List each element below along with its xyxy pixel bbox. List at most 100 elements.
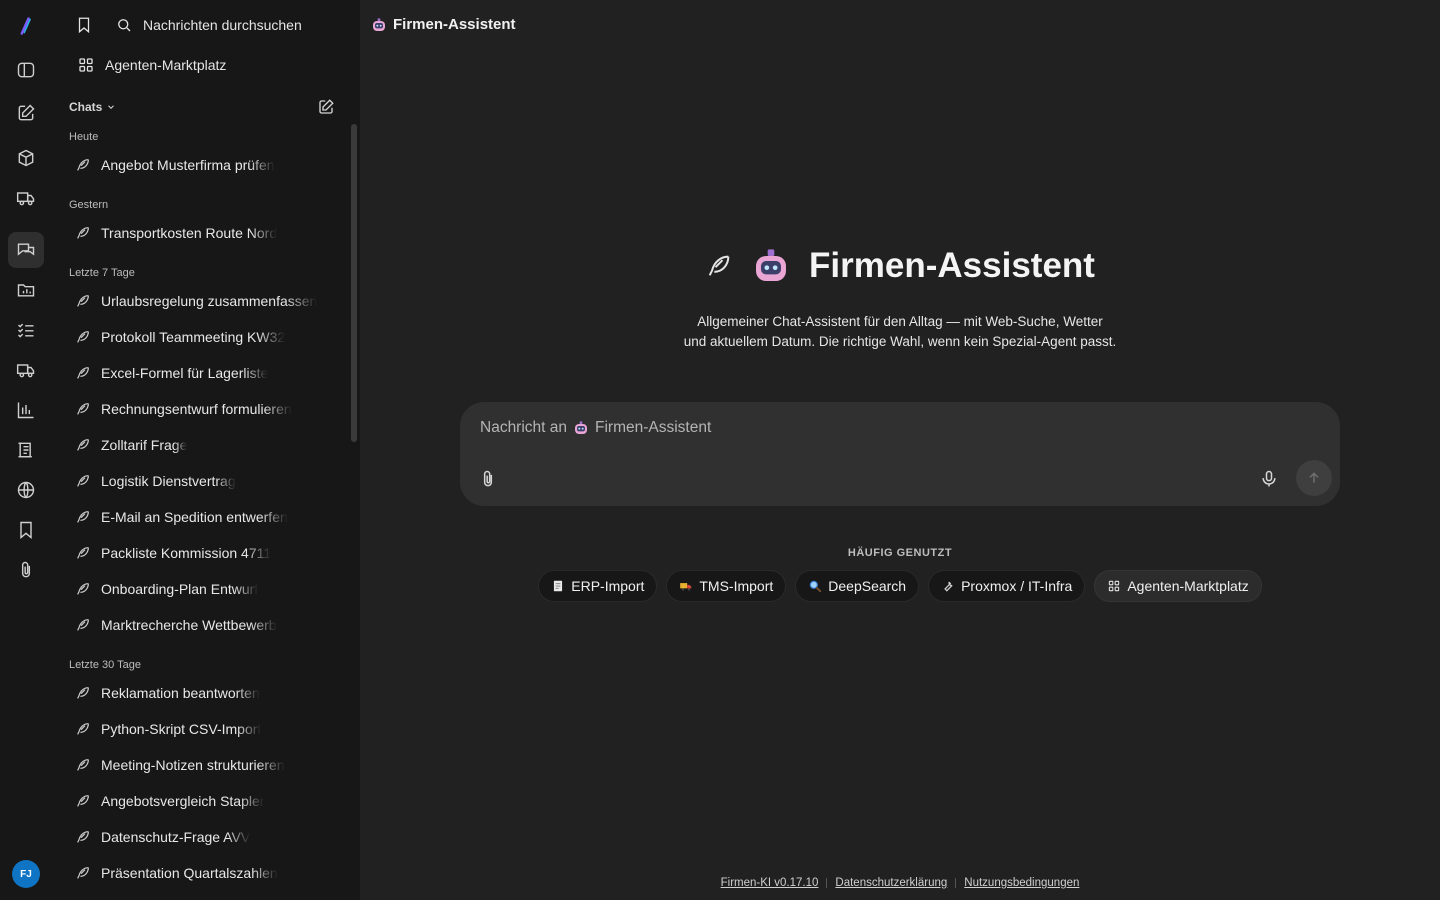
robot-icon: [756, 249, 787, 281]
privacy-link[interactable]: Datenschutzerklärung: [835, 877, 947, 889]
chat-item[interactable]: Protokoll Teammeeting KW32: [75, 325, 325, 349]
chat-item[interactable]: Urlaubsregelung zusammenfassen: [75, 289, 325, 313]
feather-icon: [77, 619, 89, 631]
magnifier-emoji-icon: [810, 580, 822, 593]
chat-item-label: Onboarding-Plan Entwurf: [101, 581, 259, 597]
paperclip-icon[interactable]: [8, 552, 44, 588]
chip-deepsearch[interactable]: DeepSearch: [795, 570, 920, 602]
delivery-icon[interactable]: [8, 352, 44, 388]
feather-icon: [77, 547, 89, 559]
footer-divider: [955, 878, 957, 888]
chat-item[interactable]: Zolltarif Frage: [75, 433, 325, 457]
header-title[interactable]: Firmen-Assistent: [371, 16, 516, 33]
feather-icon: [77, 795, 89, 807]
chat-item[interactable]: Datenschutz-Frage AVV: [75, 825, 325, 849]
footer: Firmen-KI v0.17.10 Datenschutzerklärung …: [360, 877, 1440, 889]
chat-item-label: Excel-Formel für Lagerliste: [101, 365, 269, 381]
chat-item-label: Logistik Dienstvertrag: [101, 473, 236, 489]
chat-item-label: Datenschutz-Frage AVV: [101, 829, 251, 845]
chevron-down-icon: [108, 105, 115, 109]
folder-icon[interactable]: [8, 272, 44, 308]
bookmark-icon[interactable]: [75, 16, 93, 34]
logo-icon[interactable]: [8, 8, 44, 44]
truck-icon[interactable]: [8, 180, 44, 216]
hero: Firmen-Assistent: [360, 246, 1440, 286]
feather-icon: [77, 759, 89, 771]
chip-tms-import[interactable]: TMS-Import: [666, 570, 787, 602]
avatar[interactable]: FJ: [12, 860, 40, 888]
robot-icon: [575, 421, 588, 434]
globe-icon[interactable]: [8, 472, 44, 508]
chat-item[interactable]: Präsentation Quartalszahlen: [75, 861, 325, 885]
scrollbar[interactable]: [351, 124, 357, 442]
icon-rail: FJ: [0, 0, 53, 900]
composer-prefix: Nachricht an: [480, 419, 568, 436]
chat-group-label: Gestern: [69, 199, 109, 211]
chat-item-label: Packliste Kommission 4711: [101, 545, 272, 561]
chat-item-label: E-Mail an Spedition entwerfen: [101, 509, 288, 525]
version-link[interactable]: Firmen-KI v0.17.10: [721, 877, 819, 889]
chat-item[interactable]: Excel-Formel für Lagerliste: [75, 361, 325, 385]
document-icon: [554, 580, 563, 592]
feather-icon: [77, 831, 89, 843]
chats-icon[interactable]: [8, 232, 44, 268]
chip-erp-import[interactable]: ERP-Import: [538, 570, 658, 602]
chat-item[interactable]: Angebotsvergleich Stapler: [75, 789, 325, 813]
chat-item[interactable]: Rechnungsentwurf formulieren: [75, 397, 325, 421]
chats-header[interactable]: Chats: [69, 100, 116, 114]
chat-item[interactable]: Angebot Musterfirma prüfen: [75, 153, 325, 177]
chat-group-label: Heute: [69, 131, 99, 143]
terms-link[interactable]: Nutzungsbedingungen: [964, 877, 1079, 889]
feather-icon: [708, 255, 730, 276]
tasks-icon[interactable]: [8, 312, 44, 348]
chat-item-label: Präsentation Quartalszahlen: [101, 865, 278, 881]
message-input[interactable]: Nachricht an Firmen-Assistent: [480, 419, 711, 437]
chat-item-label: Urlaubsregelung zusammenfassen: [101, 293, 318, 309]
search-button[interactable]: Nachrichten durchsuchen: [115, 16, 302, 34]
chat-item[interactable]: Python-Skript CSV-Import: [75, 717, 325, 741]
chat-item-label: Angebot Musterfirma prüfen: [101, 157, 275, 173]
chart-icon[interactable]: [8, 392, 44, 428]
feather-icon: [77, 583, 89, 595]
paperclip-icon[interactable]: [478, 468, 498, 490]
chat-item[interactable]: Marktrecherche Wettbewerb: [75, 613, 325, 637]
bookmark-icon[interactable]: [8, 512, 44, 548]
frequent-label: HÄUFIG GENUTZT: [847, 547, 953, 559]
chat-item-label: Protokoll Teammeeting KW32: [101, 329, 286, 345]
chip-proxmox[interactable]: Proxmox / IT-Infra: [928, 570, 1086, 602]
chat-item[interactable]: E-Mail an Spedition entwerfen: [75, 505, 325, 529]
microphone-icon[interactable]: [1259, 468, 1279, 490]
feather-icon: [77, 511, 89, 523]
sidebar-toggle-icon[interactable]: [8, 52, 44, 88]
packages-icon[interactable]: [8, 140, 44, 176]
chat-group-label: Letzte 30 Tage: [69, 659, 141, 671]
chat-item[interactable]: Meeting-Notizen strukturieren: [75, 753, 325, 777]
chat-item[interactable]: Onboarding-Plan Entwurf: [75, 577, 325, 601]
chat-item-label: Marktrecherche Wettbewerb: [101, 617, 277, 633]
feather-icon: [77, 227, 89, 239]
chat-item[interactable]: Transportkosten Route Nord: [75, 221, 325, 245]
truck-emoji-icon: [680, 583, 692, 591]
feather-icon: [77, 723, 89, 735]
feather-icon: [77, 159, 89, 171]
robot-icon: [373, 17, 385, 31]
send-button[interactable]: [1296, 460, 1332, 496]
grid-icon: [79, 58, 93, 72]
feather-icon: [77, 687, 89, 699]
new-chat-icon[interactable]: [317, 98, 335, 116]
marketplace-link[interactable]: Agenten-Marktplatz: [77, 56, 226, 74]
sidebar: Nachrichten durchsuchen Agenten-Marktpla…: [53, 0, 360, 900]
chat-item[interactable]: Packliste Kommission 4711: [75, 541, 325, 565]
chat-item[interactable]: Logistik Dienstvertrag: [75, 469, 325, 493]
chat-item-label: Meeting-Notizen strukturieren: [101, 757, 285, 773]
search-icon: [118, 19, 131, 32]
chip-agenten-marktplatz[interactable]: Agenten-Marktplatz: [1094, 570, 1262, 602]
chats-label: Chats: [69, 100, 103, 114]
message-composer[interactable]: Nachricht an Firmen-Assistent: [460, 402, 1340, 506]
notes-icon[interactable]: [8, 432, 44, 468]
chat-item[interactable]: Reklamation beantworten: [75, 681, 325, 705]
arrow-up-icon: [1309, 472, 1319, 483]
new-chat-icon[interactable]: [8, 95, 44, 131]
composer-agent: Firmen-Assistent: [595, 419, 712, 436]
footer-divider: [826, 878, 828, 888]
